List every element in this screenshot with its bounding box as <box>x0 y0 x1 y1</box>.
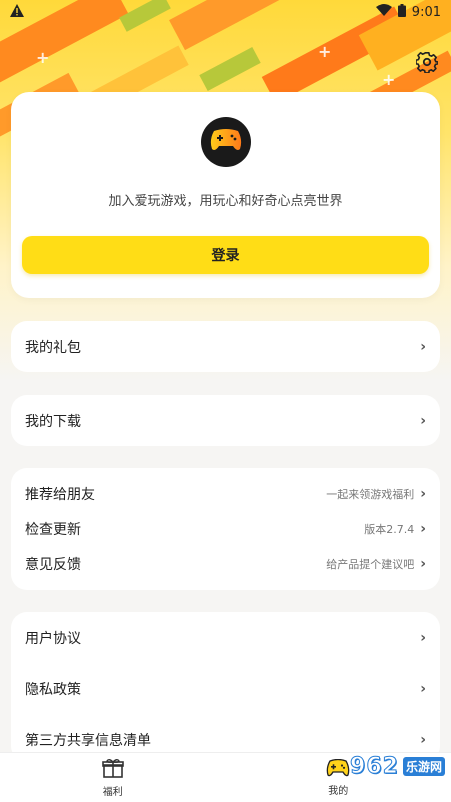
menu-item-downloads[interactable]: 我的下载 › <box>11 395 440 446</box>
decor-stripe <box>199 46 261 92</box>
menu-item-sub: 一起来领游戏福利 <box>326 487 415 501</box>
menu-item-check-update[interactable]: 检查更新 版本2.7.4 › <box>11 511 440 546</box>
row-right: 给产品提个建议吧 › <box>326 556 426 572</box>
tagline: 加入爱玩游戏，用玩心和好奇心点亮世界 <box>108 194 343 209</box>
wifi-icon <box>375 4 392 20</box>
plus-decor-icon: + <box>382 70 396 89</box>
menu-item-sub: 给产品提个建议吧 <box>326 557 415 571</box>
login-button[interactable]: 登录 <box>22 236 429 274</box>
menu-item-label: 意见反馈 <box>25 556 81 573</box>
menu-item-label: 第三方共享信息清单 <box>25 732 151 749</box>
login-card: 加入爱玩游戏，用玩心和好奇心点亮世界 登录 <box>11 92 440 298</box>
status-bar: 9:01 <box>0 0 451 24</box>
site-watermark: 962 乐游网 <box>350 754 445 780</box>
gear-icon <box>415 51 439 77</box>
chevron-right-icon: › <box>420 338 426 355</box>
gifts-card: 我的礼包 › <box>11 321 440 372</box>
app-logo <box>201 117 251 167</box>
menu-item-label: 隐私政策 <box>25 681 81 698</box>
watermark-text: 乐游网 <box>402 757 445 776</box>
chevron-right-icon: › <box>420 412 426 429</box>
plus-decor-icon: + <box>318 42 332 61</box>
settings-group-card: 推荐给朋友 一起来领游戏福利 › 检查更新 版本2.7.4 › 意见反馈 给产品… <box>11 468 440 590</box>
plus-decor-icon: + <box>36 48 50 67</box>
menu-item-user-agreement[interactable]: 用户协议 › <box>11 612 440 663</box>
menu-item-label: 用户协议 <box>25 630 81 647</box>
chevron-right-icon: › <box>420 520 426 537</box>
menu-item-feedback[interactable]: 意见反馈 给产品提个建议吧 › <box>11 546 440 581</box>
menu-item-label: 推荐给朋友 <box>25 486 95 503</box>
menu-item-gifts[interactable]: 我的礼包 › <box>11 321 440 372</box>
warning-icon <box>10 3 24 21</box>
watermark-badge: 962 <box>350 754 399 780</box>
gamepad-logo-icon <box>209 128 243 156</box>
settings-button[interactable] <box>413 50 441 78</box>
gamepad-icon <box>326 758 350 780</box>
legal-group-card: 用户协议 › 隐私政策 › 第三方共享信息清单 › <box>11 612 440 762</box>
chevron-right-icon: › <box>420 485 426 502</box>
status-right: 9:01 <box>375 3 441 21</box>
menu-item-label: 我的下载 <box>25 413 81 430</box>
status-time: 9:01 <box>411 4 441 20</box>
chevron-right-icon: › <box>420 629 426 646</box>
nav-label: 我的 <box>328 785 349 797</box>
chevron-right-icon: › <box>420 555 426 572</box>
status-left <box>10 3 24 21</box>
chevron-right-icon: › <box>420 680 426 697</box>
menu-item-recommend[interactable]: 推荐给朋友 一起来领游戏福利 › <box>11 476 440 511</box>
row-right: 一起来领游戏福利 › <box>326 486 426 502</box>
menu-item-label: 我的礼包 <box>25 339 81 356</box>
menu-item-privacy-policy[interactable]: 隐私政策 › <box>11 663 440 714</box>
downloads-card: 我的下载 › <box>11 395 440 446</box>
nav-label: 福利 <box>102 786 123 798</box>
gift-icon <box>101 758 124 781</box>
row-right: 版本2.7.4 › <box>364 521 426 537</box>
battery-icon <box>397 3 406 21</box>
nav-tab-welfare[interactable]: 福利 <box>0 753 226 802</box>
menu-item-label: 检查更新 <box>25 521 81 538</box>
version-text: 版本2.7.4 <box>364 522 415 536</box>
chevron-right-icon: › <box>420 731 426 748</box>
